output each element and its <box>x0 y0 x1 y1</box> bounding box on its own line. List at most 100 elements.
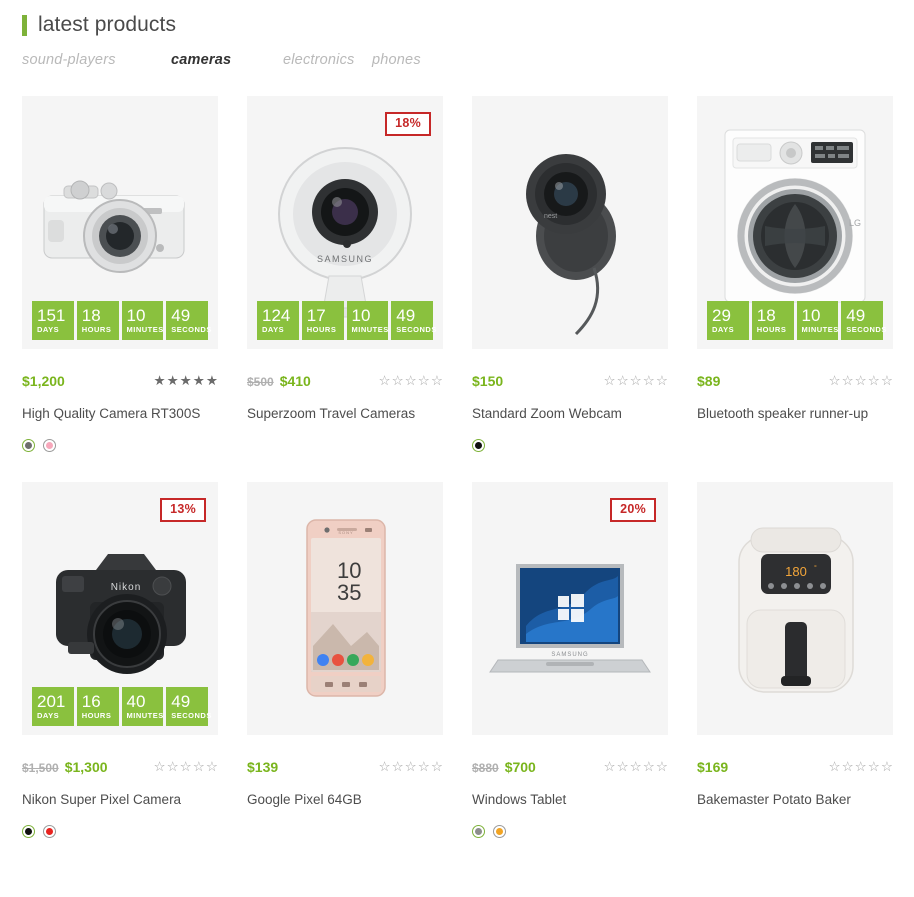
rating-stars[interactable]: ★ ★ ★ ★ ★ <box>153 374 218 388</box>
color-swatch[interactable] <box>472 825 485 838</box>
countdown-seconds: 49 SECONDS <box>391 301 436 340</box>
rating-stars[interactable]: ☆ ☆ ☆ ☆ ☆ <box>603 374 668 388</box>
star-empty-icon: ☆ <box>153 759 166 775</box>
countdown-hours-label: HOURS <box>756 325 787 334</box>
countdown-minutes-value: 10 <box>351 306 371 325</box>
price-group: $169 <box>697 759 728 775</box>
svg-text:180: 180 <box>785 564 807 579</box>
product-card[interactable]: SAMSUNG 20% $880 $700 ☆ ☆ ☆ ☆ ☆ Windows Tablet <box>472 482 668 839</box>
product-thumbnail[interactable]: LG 29 DAYS 18 HOURS 10 MINUTES 49 SECONDS <box>697 96 893 349</box>
star-empty-icon: ☆ <box>417 759 430 775</box>
countdown-seconds-label: SECONDS <box>171 711 212 720</box>
current-price: $410 <box>279 373 311 389</box>
countdown-days-label: DAYS <box>712 325 735 334</box>
rating-stars[interactable]: ☆ ☆ ☆ ☆ ☆ <box>378 760 443 774</box>
color-swatch[interactable] <box>493 825 506 838</box>
star-empty-icon: ☆ <box>391 373 404 389</box>
product-thumbnail[interactable]: 151 DAYS 18 HOURS 10 MINUTES 49 SECONDS <box>22 96 218 349</box>
countdown-hours-value: 17 <box>306 306 326 325</box>
countdown-seconds: 49 SECONDS <box>841 301 886 340</box>
product-name[interactable]: Bluetooth speaker runner-up <box>697 405 887 423</box>
price-group: $89 <box>697 373 720 389</box>
countdown-hours-value: 18 <box>756 306 776 325</box>
star-empty-icon: ☆ <box>417 373 430 389</box>
old-price: $880 <box>472 761 499 775</box>
star-empty-icon: ☆ <box>166 759 179 775</box>
product-card[interactable]: SONY 10 35 $139 ☆ ☆ ☆ ☆ ☆ Google Pixel 6… <box>247 482 443 839</box>
rating-stars[interactable]: ☆ ☆ ☆ ☆ ☆ <box>603 760 668 774</box>
countdown-days-value: 124 <box>262 306 291 325</box>
star-empty-icon: ☆ <box>179 759 192 775</box>
smartphone-icon: SONY 10 35 <box>247 482 443 735</box>
star-empty-icon: ☆ <box>629 759 642 775</box>
star-empty-icon: ☆ <box>404 373 417 389</box>
product-thumbnail[interactable]: nest <box>472 96 668 349</box>
countdown-hours: 16 HOURS <box>76 687 119 726</box>
countdown-hours-label: HOURS <box>81 711 112 720</box>
current-price: $150 <box>472 373 504 389</box>
product-name[interactable]: High Quality Camera RT300S <box>22 405 212 423</box>
rating-stars[interactable]: ☆ ☆ ☆ ☆ ☆ <box>378 374 443 388</box>
star-empty-icon: ☆ <box>430 759 443 775</box>
countdown-seconds-value: 49 <box>171 306 191 325</box>
tab-sound-players[interactable]: sound-players <box>22 52 171 68</box>
product-thumbnail[interactable]: SONY 10 35 <box>247 482 443 735</box>
star-empty-icon: ☆ <box>642 373 655 389</box>
air-fryer-icon: 180 ° <box>697 482 893 735</box>
rating-stars[interactable]: ☆ ☆ ☆ ☆ ☆ <box>828 374 893 388</box>
discount-badge: 13% <box>160 498 206 522</box>
color-swatch-fill <box>25 442 32 449</box>
product-thumbnail[interactable]: SAMSUNG 20% <box>472 482 668 735</box>
color-swatch[interactable] <box>22 825 35 838</box>
star-empty-icon: ☆ <box>205 759 218 775</box>
rating-stars[interactable]: ☆ ☆ ☆ ☆ ☆ <box>828 760 893 774</box>
color-swatch[interactable] <box>43 439 56 452</box>
product-name[interactable]: Bakemaster Potato Baker <box>697 791 887 809</box>
discount-badge: 18% <box>385 112 431 136</box>
color-swatch-fill <box>496 828 503 835</box>
color-swatch[interactable] <box>22 439 35 452</box>
tab-cameras[interactable]: cameras <box>171 52 283 68</box>
product-name[interactable]: Superzoom Travel Cameras <box>247 405 437 423</box>
tab-electronics[interactable]: electronics <box>283 52 372 68</box>
current-price: $139 <box>247 759 279 775</box>
product-card[interactable]: nest $150 ☆ ☆ ☆ ☆ ☆ Standard Zoom Webcam <box>472 96 668 453</box>
category-tabs[interactable]: sound-players cameras electronics phones <box>22 52 914 68</box>
current-price: $1,200 <box>22 373 65 389</box>
product-thumbnail[interactable]: 180 ° <box>697 482 893 735</box>
rating-stars[interactable]: ☆ ☆ ☆ ☆ ☆ <box>153 760 218 774</box>
star-filled-icon: ★ <box>179 373 192 389</box>
price-group: $1,200 <box>22 373 65 389</box>
price-rating-row: $139 ☆ ☆ ☆ ☆ ☆ <box>247 759 443 775</box>
old-price: $500 <box>247 375 274 389</box>
star-empty-icon: ☆ <box>655 759 668 775</box>
color-swatch[interactable] <box>472 439 485 452</box>
svg-text:SONY: SONY <box>338 530 353 535</box>
countdown-hours-value: 18 <box>81 306 101 325</box>
product-card[interactable]: SAMSUNG 18% 124 DAYS 17 HOURS 10 MINUTES 49 SECO… <box>247 96 443 453</box>
star-empty-icon: ☆ <box>841 373 854 389</box>
product-name[interactable]: Google Pixel 64GB <box>247 791 437 809</box>
tab-phones[interactable]: phones <box>372 52 421 68</box>
countdown-seconds-value: 49 <box>171 692 191 711</box>
product-card[interactable]: Nikon 13% 201 DAYS 16 HOURS 40 MINUTES 49 SECOND… <box>22 482 218 839</box>
price-rating-row: $880 $700 ☆ ☆ ☆ ☆ ☆ <box>472 759 668 775</box>
product-name[interactable]: Nikon Super Pixel Camera <box>22 791 212 809</box>
countdown-days-label: DAYS <box>37 325 60 334</box>
product-card[interactable]: 180 ° $169 ☆ ☆ ☆ ☆ ☆ Bakemaster Potato Baker <box>697 482 893 839</box>
color-swatch[interactable] <box>43 825 56 838</box>
product-name[interactable]: Standard Zoom Webcam <box>472 405 662 423</box>
countdown-minutes-label: MINUTES <box>801 325 839 334</box>
price-group: $1,500 $1,300 <box>22 759 108 775</box>
product-thumbnail[interactable]: SAMSUNG 18% 124 DAYS 17 HOURS 10 MINUTES 49 SECO… <box>247 96 443 349</box>
price-rating-row: $150 ☆ ☆ ☆ ☆ ☆ <box>472 373 668 389</box>
price-rating-row: $89 ☆ ☆ ☆ ☆ ☆ <box>697 373 893 389</box>
product-card[interactable]: LG 29 DAYS 18 HOURS 10 MINUTES 49 SECONDS $89 ☆ ☆ ☆… <box>697 96 893 453</box>
star-empty-icon: ☆ <box>880 373 893 389</box>
star-filled-icon: ★ <box>192 373 205 389</box>
countdown-minutes-label: MINUTES <box>126 711 164 720</box>
product-card[interactable]: 151 DAYS 18 HOURS 10 MINUTES 49 SECONDS $1,200 ★ ★… <box>22 96 218 453</box>
product-name[interactable]: Windows Tablet <box>472 791 662 809</box>
product-thumbnail[interactable]: Nikon 13% 201 DAYS 16 HOURS 40 MINUTES 49 SECOND… <box>22 482 218 735</box>
color-swatch-fill <box>46 442 53 449</box>
